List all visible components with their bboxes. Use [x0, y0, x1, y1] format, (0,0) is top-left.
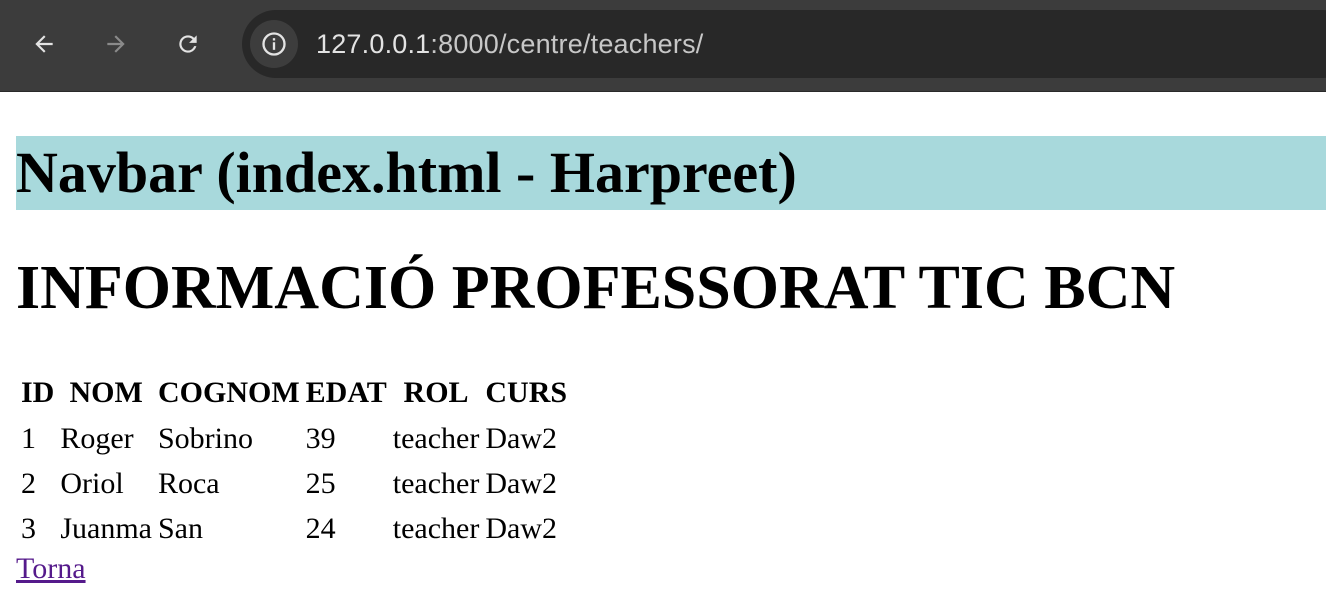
- table-row: 2 Oriol Roca 25 teacher Daw2: [20, 461, 568, 506]
- cell-nom: Oriol: [60, 466, 124, 500]
- column-header-nom: NOM: [69, 376, 143, 409]
- cell-nom: Roger: [60, 421, 134, 455]
- back-arrow-icon: [35, 35, 53, 53]
- site-info-button[interactable]: [250, 20, 298, 68]
- cell-curs: Daw2: [485, 421, 558, 455]
- cell-cognom: Roca: [157, 466, 220, 500]
- column-header-rol: ROL: [403, 376, 469, 409]
- cell-curs: Daw2: [485, 511, 558, 545]
- column-header-cognom: COGNOM: [157, 376, 300, 409]
- forward-arrow-icon: [107, 35, 125, 53]
- cell-nom: Juanma: [60, 511, 152, 545]
- teachers-table: ID NOM COGNOM EDAT ROL CURS 1 Roger Sobr…: [16, 370, 572, 551]
- cell-cognom: Sobrino: [157, 421, 253, 455]
- url-text[interactable]: 127.0.0.1:8000/centre/teachers/: [316, 29, 703, 60]
- info-icon: [262, 32, 286, 56]
- cell-rol: teacher: [392, 511, 480, 545]
- cell-edat: 25: [305, 466, 336, 500]
- forward-button[interactable]: [96, 24, 136, 64]
- cell-edat: 24: [305, 511, 336, 545]
- table-row: 3 Juanma San 24 teacher Daw2: [20, 506, 568, 551]
- page-title: INFORMACIÓ PROFESSORAT TIC BCN: [16, 254, 1176, 322]
- navbar-heading: Navbar (index.html - Harpreet): [16, 136, 1326, 210]
- address-bar[interactable]: 127.0.0.1:8000/centre/teachers/: [242, 10, 1326, 78]
- cell-cognom: San: [157, 511, 203, 545]
- reload-button[interactable]: [168, 24, 208, 64]
- cell-id: 2: [21, 466, 36, 500]
- column-header-curs: CURS: [485, 376, 568, 409]
- browser-toolbar: 127.0.0.1:8000/centre/teachers/: [0, 0, 1326, 92]
- column-header-edat: EDAT: [305, 376, 387, 409]
- cell-id: 3: [21, 511, 36, 545]
- url-host: 127.0.0.1: [316, 28, 431, 59]
- url-path: :8000/centre/teachers/: [430, 28, 704, 59]
- back-button[interactable]: [24, 24, 64, 64]
- cell-curs: Daw2: [485, 466, 558, 500]
- table-header-row: ID NOM COGNOM EDAT ROL CURS: [20, 370, 568, 416]
- cell-rol: teacher: [392, 466, 480, 500]
- reload-icon: [179, 35, 197, 53]
- table-row: 1 Roger Sobrino 39 teacher Daw2: [20, 416, 568, 461]
- cell-rol: teacher: [392, 421, 480, 455]
- cell-edat: 39: [305, 421, 336, 455]
- column-header-id: ID: [21, 376, 55, 409]
- cell-id: 1: [21, 421, 36, 455]
- back-link[interactable]: Torna: [16, 552, 86, 586]
